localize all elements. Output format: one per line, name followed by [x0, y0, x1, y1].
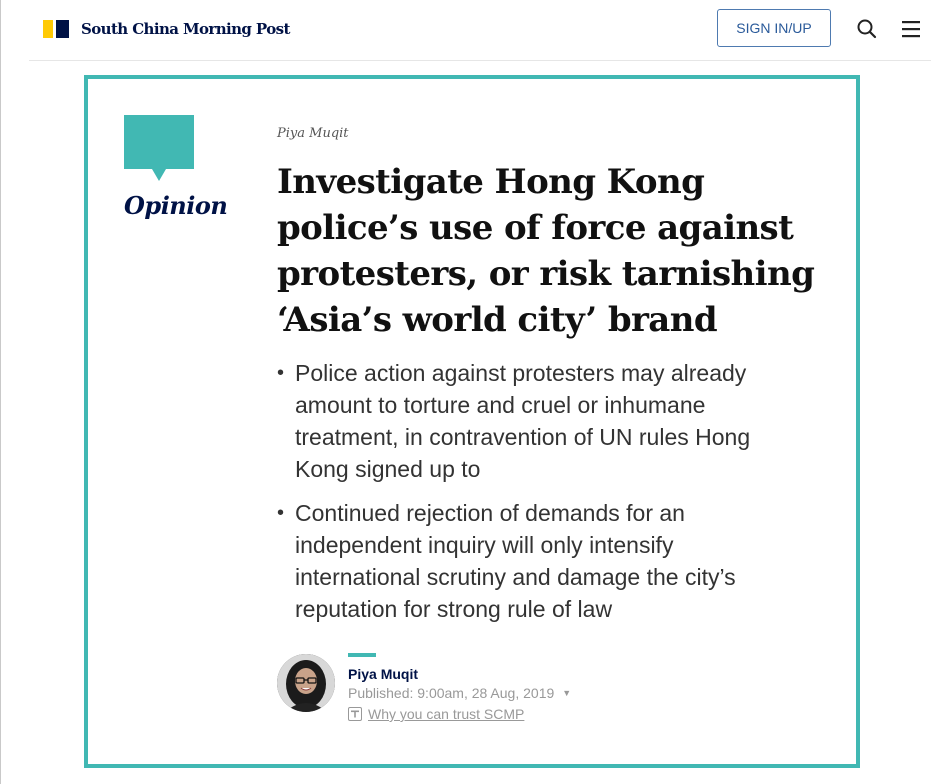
summary-point-text: Police action against protesters may alr…: [295, 360, 751, 482]
trust-badge-icon: [348, 707, 362, 721]
opinion-article-card: Opinion Piya Muqit Investigate Hong Kong…: [84, 75, 860, 768]
section-label[interactable]: Opinion: [124, 191, 228, 220]
hamburger-menu-icon[interactable]: [899, 17, 923, 41]
author-accent-bar: [348, 653, 376, 657]
publish-date: Published: 9:00am, 28 Aug, 2019 ▼: [348, 685, 571, 701]
search-icon[interactable]: [855, 17, 879, 41]
scmp-logo[interactable]: South China Morning Post: [43, 19, 290, 39]
article-summary: • Police action against protesters may a…: [277, 357, 777, 637]
page-left-border: [0, 0, 1, 784]
trust-scmp-link[interactable]: Why you can trust SCMP: [348, 706, 524, 722]
logo-mark-icon: [43, 20, 69, 38]
bullet-icon: •: [277, 362, 285, 384]
speech-bubble-icon: [124, 115, 194, 183]
sign-in-button[interactable]: SIGN IN/UP: [717, 9, 831, 47]
summary-point: • Police action against protesters may a…: [277, 357, 777, 485]
author-avatar[interactable]: [277, 654, 335, 712]
author-name-link[interactable]: Piya Muqit: [348, 666, 418, 682]
publish-date-text: Published: 9:00am, 28 Aug, 2019: [348, 685, 555, 701]
site-header: South China Morning Post SIGN IN/UP: [29, 0, 931, 61]
bullet-icon: •: [277, 502, 285, 524]
trust-link-text[interactable]: Why you can trust SCMP: [368, 706, 524, 722]
summary-point: • Continued rejection of demands for an …: [277, 497, 777, 625]
article-headline: Investigate Hong Kong police’s use of fo…: [277, 162, 815, 340]
site-name: South China Morning Post: [81, 20, 290, 38]
summary-point-text: Continued rejection of demands for an in…: [295, 500, 736, 622]
byline[interactable]: Piya Muqit: [277, 126, 349, 141]
chevron-down-icon[interactable]: ▼: [562, 688, 571, 698]
